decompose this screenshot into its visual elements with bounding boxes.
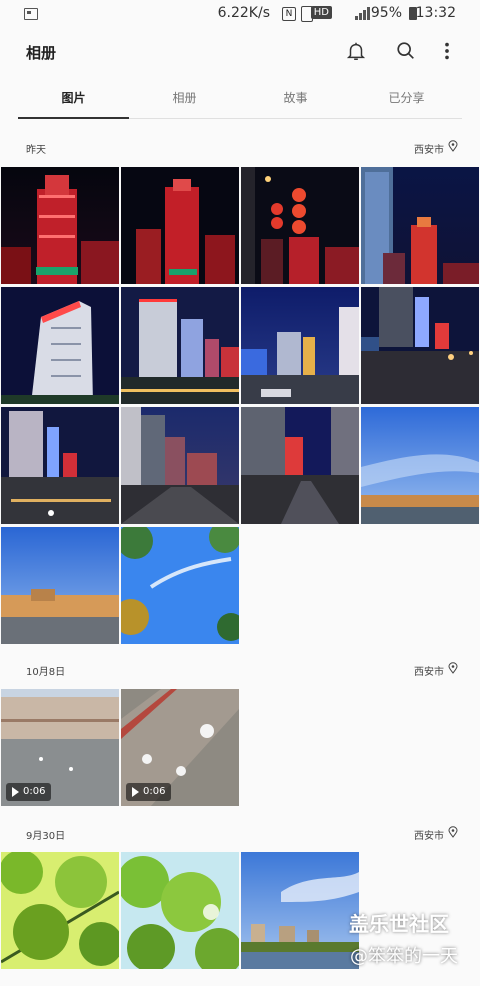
photo-thumbnail[interactable] [1,852,119,969]
watermark-user: @笨笨的一天 [350,946,458,967]
photo-thumbnail[interactable] [361,167,479,284]
photo-thumbnail[interactable] [361,287,479,404]
section-header: 9月30日 西安市 [0,824,480,842]
watermark-brand: 盖乐世社区 [349,912,449,936]
photo-thumbnail[interactable] [121,527,239,644]
video-duration-badge: 0:06 [126,783,172,801]
battery-percent: 95% [370,5,402,21]
photo-thumbnail[interactable] [121,287,239,404]
section-location: 西安市 [414,667,444,678]
tab-bar: 图片 相册 故事 已分享 [18,86,462,119]
section-date: 昨天 [26,145,46,156]
location-pin-icon[interactable] [448,140,458,152]
play-icon [132,787,139,797]
bell-icon[interactable] [345,40,367,62]
section-location: 西安市 [414,145,444,156]
photo-thumbnail[interactable] [241,407,359,524]
video-thumbnail[interactable]: 0:06 [121,689,239,806]
photo-thumbnail[interactable] [1,167,119,284]
section-header: 10月8日 西安市 [0,660,480,678]
photo-thumbnail[interactable] [241,287,359,404]
clock: 13:32 [415,5,456,21]
photo-thumbnail[interactable] [241,852,359,969]
nfc-icon: N [282,7,296,21]
tab-shared[interactable]: 已分享 [351,86,462,118]
more-options-icon[interactable] [436,40,458,62]
network-speed: 6.22K/s [217,5,270,21]
gallery-notification-icon [24,8,38,20]
play-icon [12,787,19,797]
photo-thumbnail[interactable] [121,167,239,284]
video-duration-badge: 0:06 [6,783,52,801]
section-header: 昨天 西安市 [0,138,480,156]
video-duration: 0:06 [143,786,166,797]
video-thumbnail[interactable]: 0:06 [1,689,119,806]
location-pin-icon[interactable] [448,826,458,838]
section-date: 10月8日 [26,667,66,678]
section-location: 西安市 [414,831,444,842]
video-duration: 0:06 [23,786,46,797]
photo-thumbnail[interactable] [361,407,479,524]
section-date: 9月30日 [26,831,66,842]
photo-thumbnail[interactable] [1,407,119,524]
location-pin-icon[interactable] [448,662,458,674]
photo-thumbnail[interactable] [241,167,359,284]
photo-thumbnail[interactable] [121,407,239,524]
status-bar: 6.22K/s N HD 95% 13:32 [0,0,480,28]
photo-thumbnail[interactable] [1,527,119,644]
tab-albums[interactable]: 相册 [129,86,240,118]
search-icon[interactable] [395,40,417,62]
tab-stories[interactable]: 故事 [240,86,351,118]
signal-icon [355,6,370,20]
photo-thumbnail[interactable] [1,287,119,404]
hd-badge: HD [310,6,332,19]
tab-pictures[interactable]: 图片 [18,86,129,119]
photo-thumbnail[interactable] [121,852,239,969]
page-title: 相册 [26,44,57,62]
